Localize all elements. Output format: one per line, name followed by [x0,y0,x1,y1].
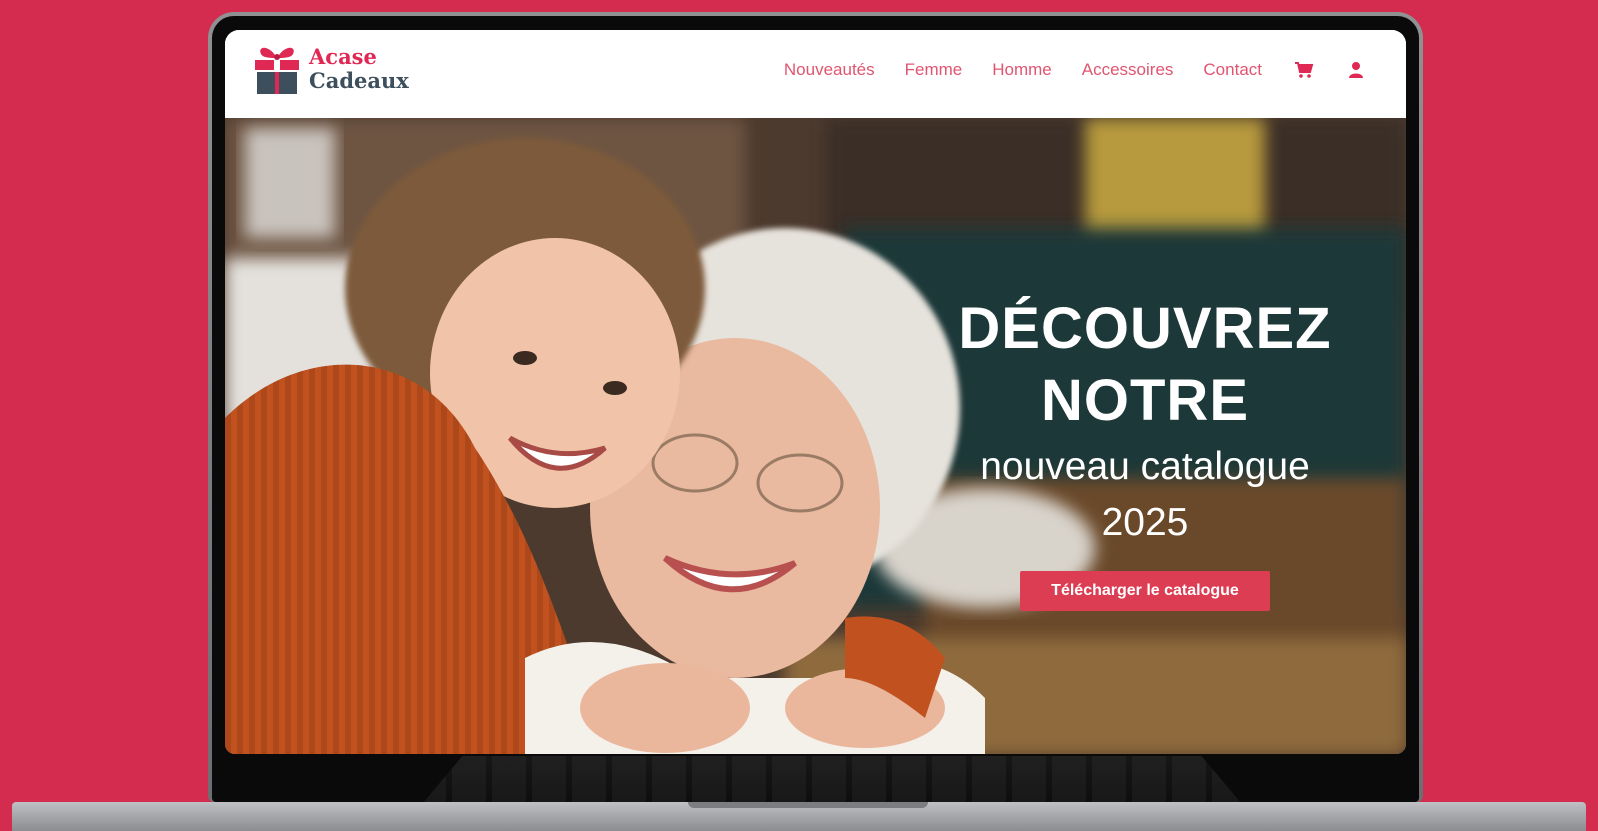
download-catalogue-button[interactable]: Télécharger le catalogue [1020,571,1270,611]
nav-item-contact[interactable]: Contact [1203,60,1262,80]
brand-name: Acase Cadeaux [309,45,409,93]
gift-icon [255,47,299,94]
brand-name-line2: Cadeaux [309,68,409,93]
cart-icon[interactable] [1294,60,1314,80]
site-header: Acase Cadeaux Nouveautés Femme Homme Acc… [225,30,1406,118]
nav-item-nouveautes[interactable]: Nouveautés [784,60,875,80]
hero-subtitle-line2: 2025 [1101,501,1189,544]
laptop-base-notch [688,802,928,808]
main-nav: Nouveautés Femme Homme Accessoires Conta… [754,60,1366,80]
hero-subtitle-line1: nouveau catalogue [980,445,1310,488]
browser-viewport: Acase Cadeaux Nouveautés Femme Homme Acc… [225,30,1406,754]
user-icon[interactable] [1346,60,1366,80]
hero-title-line2: NOTRE [1041,368,1249,433]
laptop-bezel: Acase Cadeaux Nouveautés Femme Homme Acc… [212,16,1419,816]
hero-title-line1: DÉCOUVREZ [958,296,1332,361]
hero-subtitle: nouveau catalogue 2025 [945,439,1345,551]
hero-title: DÉCOUVREZ NOTRE [945,293,1345,437]
nav-item-homme[interactable]: Homme [992,60,1052,80]
hero-banner: DÉCOUVREZ NOTRE nouveau catalogue 2025 T… [225,118,1406,754]
hero-content: DÉCOUVREZ NOTRE nouveau catalogue 2025 T… [945,293,1345,611]
nav-item-accessoires[interactable]: Accessoires [1082,60,1174,80]
site-logo[interactable]: Acase Cadeaux [251,40,409,98]
laptop-frame: Acase Cadeaux Nouveautés Femme Homme Acc… [208,12,1423,816]
brand-name-line1: Acase [309,44,377,69]
nav-item-femme[interactable]: Femme [905,60,963,80]
